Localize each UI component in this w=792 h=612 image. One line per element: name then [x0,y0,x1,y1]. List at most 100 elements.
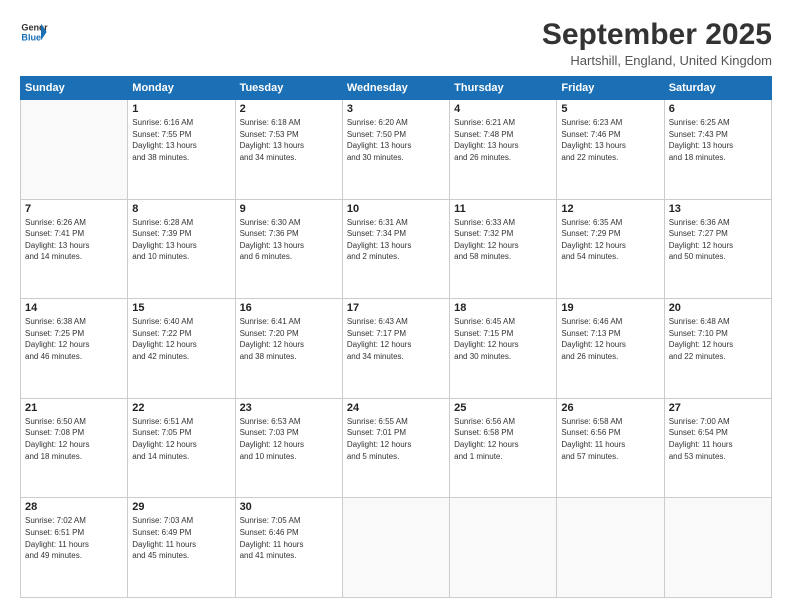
table-row: 22Sunrise: 6:51 AM Sunset: 7:05 PM Dayli… [128,398,235,498]
day-info: Sunrise: 6:23 AM Sunset: 7:46 PM Dayligh… [561,117,659,163]
logo: General Blue [20,18,50,46]
day-number: 22 [132,402,230,414]
table-row: 17 Sunrise: 6:43 AM Sunset: 7:17 PM Dayli… [342,299,449,399]
day-number: 25 [454,402,552,414]
table-row: 1 Sunrise: 6:16 AM Sunset: 7:55 PM Daylig… [128,100,235,200]
table-row [450,498,557,598]
table-row [664,498,771,598]
day-info: Sunrise: 6:40 AM Sunset: 7:22 PM Dayligh… [132,316,230,362]
table-row: 20 Sunrise: 6:48 AM Sunset: 7:10 PM Dayli… [664,299,771,399]
table-row: 24 Sunrise: 6:55 AM Sunset: 7:01 PM Dayli… [342,398,449,498]
day-number: 24 [347,402,445,414]
day-info: Sunrise: 6:43 AM Sunset: 7:17 PM Dayligh… [347,316,445,362]
table-row: 10 Sunrise: 6:31 AM Sunset: 7:34 PM Dayli… [342,199,449,299]
table-row: 27 Sunrise: 7:00 AM Sunset: 6:54 PM Dayli… [664,398,771,498]
calendar-week-row: 1 Sunrise: 6:16 AM Sunset: 7:55 PM Daylig… [21,100,772,200]
day-info: Sunrise: 6:25 AM Sunset: 7:43 PM Dayligh… [669,117,767,163]
table-row: 5 Sunrise: 6:23 AM Sunset: 7:46 PM Daylig… [557,100,664,200]
day-number: 11 [454,203,552,215]
day-info: Sunrise: 7:00 AM Sunset: 6:54 PM Dayligh… [669,416,767,462]
day-info: Sunrise: 6:53 AM Sunset: 7:03 PM Dayligh… [240,416,338,462]
day-number: 16 [240,302,338,314]
calendar-table: Sunday Monday Tuesday Wednesday Thursday… [20,76,772,598]
day-info: Sunrise: 6:21 AM Sunset: 7:48 PM Dayligh… [454,117,552,163]
calendar-week-row: 21 Sunrise: 6:50 AM Sunset: 7:08 PM Dayli… [21,398,772,498]
day-info: Sunrise: 7:02 AM Sunset: 6:51 PM Dayligh… [25,515,123,561]
day-number: 27 [669,402,767,414]
calendar-week-row: 14 Sunrise: 6:38 AM Sunset: 7:25 PM Dayli… [21,299,772,399]
day-number: 13 [669,203,767,215]
table-row [557,498,664,598]
day-info: Sunrise: 6:26 AM Sunset: 7:41 PM Dayligh… [25,217,123,263]
day-number: 14 [25,302,123,314]
day-number: 30 [240,501,338,513]
day-info: Sunrise: 6:56 AM Sunset: 6:58 PM Dayligh… [454,416,552,462]
table-row: 26Sunrise: 6:58 AM Sunset: 6:56 PM Dayli… [557,398,664,498]
day-info: Sunrise: 6:38 AM Sunset: 7:25 PM Dayligh… [25,316,123,362]
day-number: 2 [240,103,338,115]
day-info: Sunrise: 6:41 AM Sunset: 7:20 PM Dayligh… [240,316,338,362]
day-info: Sunrise: 6:35 AM Sunset: 7:29 PM Dayligh… [561,217,659,263]
col-monday: Monday [128,77,235,100]
day-info: Sunrise: 7:03 AM Sunset: 6:49 PM Dayligh… [132,515,230,561]
col-sunday: Sunday [21,77,128,100]
col-friday: Friday [557,77,664,100]
day-number: 21 [25,402,123,414]
page: General Blue September 2025 Hartshill, E… [0,0,792,612]
day-info: Sunrise: 6:50 AM Sunset: 7:08 PM Dayligh… [25,416,123,462]
day-info: Sunrise: 6:16 AM Sunset: 7:55 PM Dayligh… [132,117,230,163]
day-number: 12 [561,203,659,215]
month-title: September 2025 [542,18,772,51]
table-row: 7 Sunrise: 6:26 AM Sunset: 7:41 PM Daylig… [21,199,128,299]
day-info: Sunrise: 6:58 AM Sunset: 6:56 PM Dayligh… [561,416,659,462]
table-row: 11 Sunrise: 6:33 AM Sunset: 7:32 PM Dayli… [450,199,557,299]
day-info: Sunrise: 6:55 AM Sunset: 7:01 PM Dayligh… [347,416,445,462]
day-number: 23 [240,402,338,414]
day-number: 5 [561,103,659,115]
table-row: 18Sunrise: 6:45 AM Sunset: 7:15 PM Dayli… [450,299,557,399]
day-info: Sunrise: 6:18 AM Sunset: 7:53 PM Dayligh… [240,117,338,163]
table-row: 3Sunrise: 6:20 AM Sunset: 7:50 PM Daylig… [342,100,449,200]
day-info: Sunrise: 6:28 AM Sunset: 7:39 PM Dayligh… [132,217,230,263]
table-row: 25 Sunrise: 6:56 AM Sunset: 6:58 PM Dayli… [450,398,557,498]
day-number: 17 [347,302,445,314]
day-number: 15 [132,302,230,314]
day-number: 1 [132,103,230,115]
day-number: 29 [132,501,230,513]
day-number: 20 [669,302,767,314]
day-number: 18 [454,302,552,314]
table-row: 28Sunrise: 7:02 AM Sunset: 6:51 PM Dayli… [21,498,128,598]
day-info: Sunrise: 7:05 AM Sunset: 6:46 PM Dayligh… [240,515,338,561]
table-row: 2 Sunrise: 6:18 AM Sunset: 7:53 PM Daylig… [235,100,342,200]
title-block: September 2025 Hartshill, England, Unite… [542,18,772,68]
calendar-week-row: 7 Sunrise: 6:26 AM Sunset: 7:41 PM Daylig… [21,199,772,299]
table-row: 21 Sunrise: 6:50 AM Sunset: 7:08 PM Dayli… [21,398,128,498]
col-saturday: Saturday [664,77,771,100]
location: Hartshill, England, United Kingdom [542,53,772,68]
day-number: 6 [669,103,767,115]
day-number: 8 [132,203,230,215]
table-row: 14 Sunrise: 6:38 AM Sunset: 7:25 PM Dayli… [21,299,128,399]
table-row: 13Sunrise: 6:36 AM Sunset: 7:27 PM Dayli… [664,199,771,299]
day-number: 4 [454,103,552,115]
table-row: 4 Sunrise: 6:21 AM Sunset: 7:48 PM Daylig… [450,100,557,200]
day-info: Sunrise: 6:30 AM Sunset: 7:36 PM Dayligh… [240,217,338,263]
day-number: 19 [561,302,659,314]
col-wednesday: Wednesday [342,77,449,100]
logo-icon: General Blue [20,18,48,46]
day-info: Sunrise: 6:31 AM Sunset: 7:34 PM Dayligh… [347,217,445,263]
day-number: 9 [240,203,338,215]
table-row [21,100,128,200]
day-info: Sunrise: 6:46 AM Sunset: 7:13 PM Dayligh… [561,316,659,362]
day-number: 3 [347,103,445,115]
table-row [342,498,449,598]
table-row: 12 Sunrise: 6:35 AM Sunset: 7:29 PM Dayli… [557,199,664,299]
day-info: Sunrise: 6:48 AM Sunset: 7:10 PM Dayligh… [669,316,767,362]
day-info: Sunrise: 6:33 AM Sunset: 7:32 PM Dayligh… [454,217,552,263]
col-tuesday: Tuesday [235,77,342,100]
day-number: 10 [347,203,445,215]
table-row: 30 Sunrise: 7:05 AM Sunset: 6:46 PM Dayli… [235,498,342,598]
day-number: 7 [25,203,123,215]
header: General Blue September 2025 Hartshill, E… [20,18,772,68]
table-row: 15 Sunrise: 6:40 AM Sunset: 7:22 PM Dayli… [128,299,235,399]
